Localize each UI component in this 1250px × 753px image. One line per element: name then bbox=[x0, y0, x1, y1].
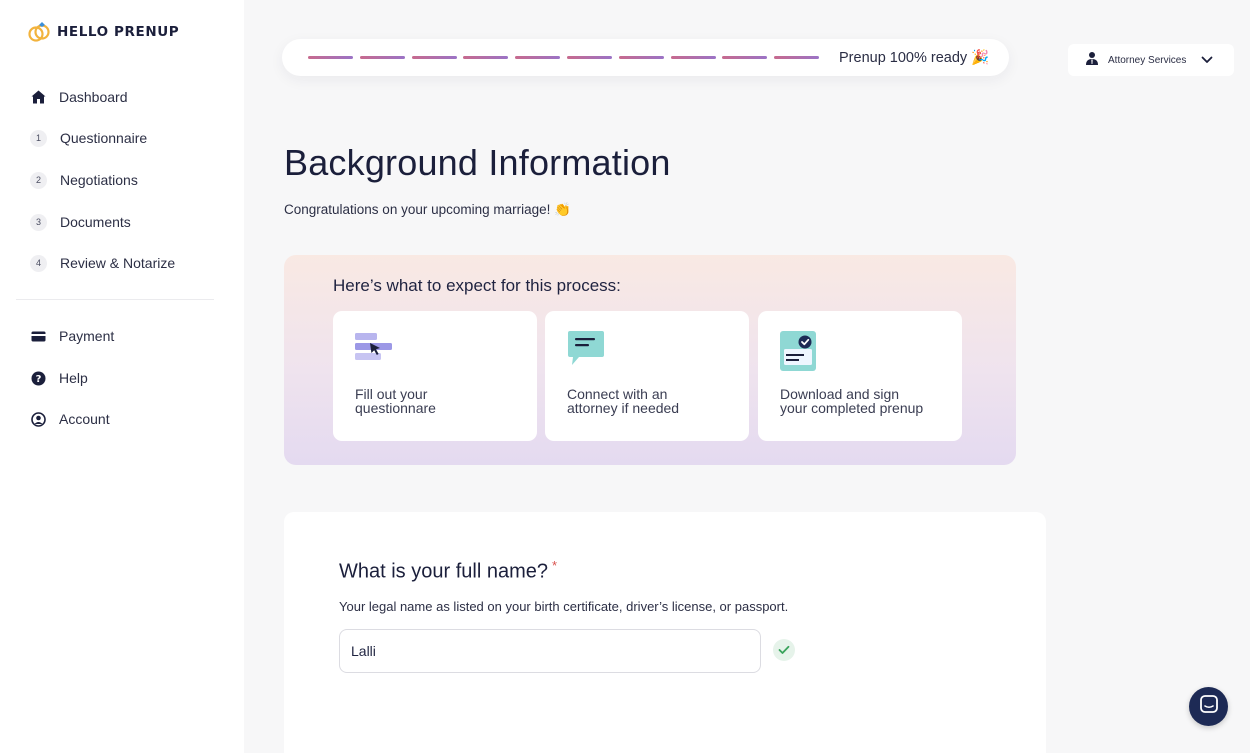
progress-segment bbox=[722, 56, 768, 59]
process-overview-title: Here’s what to expect for this process: bbox=[333, 276, 621, 295]
step-number-badge: 3 bbox=[30, 213, 47, 231]
attorney-services-dropdown[interactable]: Attorney Services bbox=[1068, 44, 1234, 76]
chat-launcher-button[interactable] bbox=[1189, 687, 1228, 726]
credit-card-icon bbox=[30, 328, 46, 344]
question-card: What is your full name? * Your legal name… bbox=[284, 512, 1046, 753]
sidebar-item-payment[interactable]: Payment bbox=[30, 325, 114, 347]
progress-segment bbox=[618, 56, 664, 59]
page-subtitle: Congratulations on your upcoming marriag… bbox=[284, 202, 571, 217]
process-card-download: Download and sign your completed prenup bbox=[758, 311, 962, 441]
sidebar-item-help[interactable]: ? Help bbox=[30, 367, 88, 389]
sidebar-item-label: Help bbox=[59, 370, 88, 386]
progress-segment bbox=[567, 56, 612, 59]
sidebar-item-dashboard[interactable]: Dashboard bbox=[30, 86, 128, 108]
sidebar-item-label: Account bbox=[59, 411, 110, 427]
chat-icon bbox=[1199, 695, 1218, 718]
process-card-text: Download and sign your completed prenup bbox=[780, 386, 924, 416]
step-number-badge: 2 bbox=[30, 171, 47, 189]
brand-name: HELLO PRENUP bbox=[57, 24, 180, 40]
full-name-input[interactable] bbox=[339, 629, 761, 673]
progress-segment bbox=[515, 56, 561, 59]
process-card-text: Fill out your questionnare bbox=[355, 386, 436, 416]
signed-document-icon bbox=[780, 331, 816, 376]
sidebar-item-label: Dashboard bbox=[59, 89, 128, 105]
page-title: Background Information bbox=[284, 142, 671, 183]
progress-segment bbox=[463, 56, 509, 59]
sidebar-divider bbox=[16, 299, 214, 300]
progress-segment bbox=[308, 56, 353, 59]
process-overview-panel: Here’s what to expect for this process: … bbox=[284, 255, 1016, 465]
account-icon bbox=[30, 411, 46, 427]
progress-segment bbox=[670, 56, 716, 59]
progress-segment bbox=[774, 56, 820, 59]
brand-logo[interactable]: HELLO PRENUP bbox=[27, 21, 179, 43]
home-icon bbox=[30, 89, 46, 105]
sidebar-item-label: Negotiations bbox=[60, 172, 138, 188]
attorney-icon bbox=[1085, 51, 1099, 70]
sidebar-item-documents[interactable]: 3 Documents bbox=[30, 211, 131, 233]
progress-text: Prenup 100% ready 🎉 bbox=[839, 50, 990, 66]
sidebar-item-label: Review & Notarize bbox=[60, 255, 176, 271]
question-title: What is your full name? * bbox=[339, 558, 558, 583]
sidebar-item-review-notarize[interactable]: 4 Review & Notarize bbox=[30, 252, 175, 274]
svg-text:?: ? bbox=[35, 374, 41, 385]
rings-logo-icon bbox=[27, 21, 51, 43]
sidebar: HELLO PRENUP Dashboard 1 Questionnaire 2… bbox=[0, 0, 244, 753]
progress-segment bbox=[411, 56, 457, 59]
question-help-text: Your legal name as listed on your birth … bbox=[339, 599, 789, 614]
step-number-badge: 4 bbox=[30, 254, 47, 272]
sidebar-item-negotiations[interactable]: 2 Negotiations bbox=[30, 169, 138, 191]
process-card-questionnaire: Fill out your questionnare bbox=[333, 311, 537, 441]
chevron-down-icon bbox=[1201, 51, 1213, 69]
sidebar-item-questionnaire[interactable]: 1 Questionnaire bbox=[30, 127, 147, 149]
progress-bar: Prenup 100% ready 🎉 bbox=[282, 39, 1009, 76]
sidebar-item-label: Questionnaire bbox=[60, 130, 148, 146]
sidebar-item-label: Documents bbox=[60, 214, 131, 230]
sidebar-item-label: Payment bbox=[59, 328, 115, 344]
help-icon: ? bbox=[30, 370, 46, 386]
questionnaire-list-icon bbox=[355, 331, 393, 370]
valid-check-icon bbox=[773, 639, 795, 661]
process-card-text: Connect with an attorney if needed bbox=[567, 386, 680, 416]
attorney-services-label: Attorney Services bbox=[1108, 54, 1187, 66]
required-marker: * bbox=[551, 558, 558, 573]
progress-segment bbox=[359, 56, 405, 59]
step-number-badge: 1 bbox=[30, 129, 47, 147]
chat-bubble-icon bbox=[567, 331, 605, 372]
process-card-attorney: Connect with an attorney if needed bbox=[545, 311, 749, 441]
sidebar-item-account[interactable]: Account bbox=[30, 408, 110, 430]
